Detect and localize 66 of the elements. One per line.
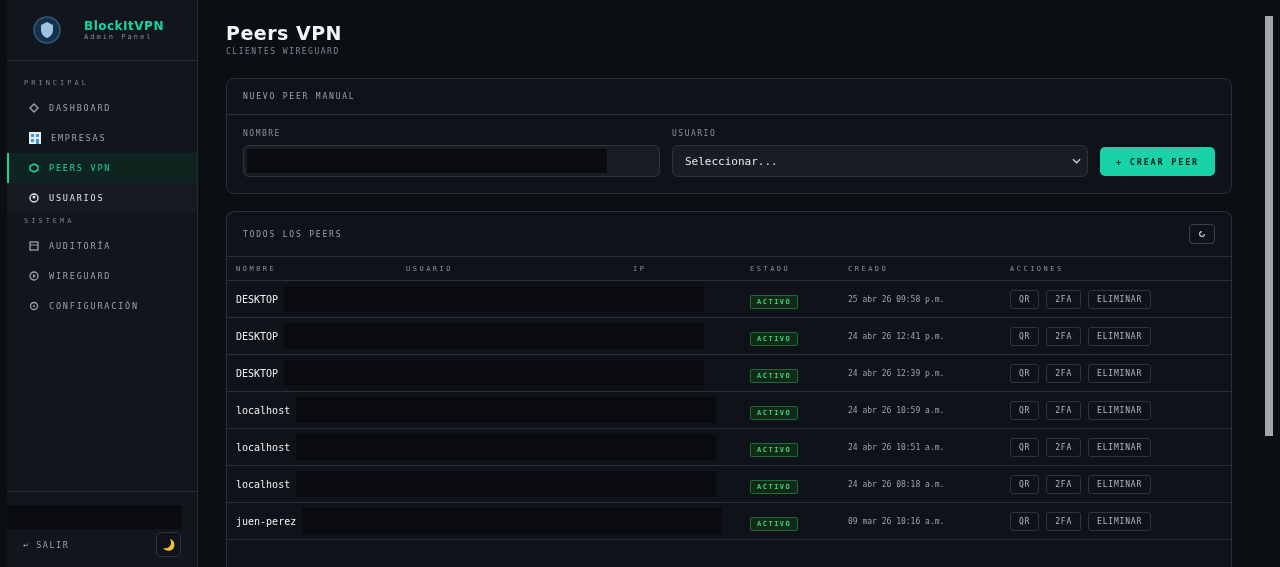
peer-name: juen-perez — [236, 515, 297, 527]
row-action-button[interactable]: ELIMINAR — [1088, 289, 1152, 309]
row-action-button[interactable]: 2FA — [1046, 289, 1082, 309]
nav-item[interactable]: EMPRESAS — [7, 123, 197, 153]
row-action-button[interactable]: 2FA — [1046, 511, 1082, 531]
row-action-button[interactable]: 2FA — [1046, 363, 1082, 383]
chevron-down-icon — [1072, 158, 1081, 164]
nav-item[interactable]: WIREGUARD — [7, 261, 197, 291]
created-date: 24 abr 26 08:18 a.m. — [848, 479, 946, 489]
nav-item[interactable]: CONFIGURACIÓN — [7, 291, 197, 321]
row-action-button[interactable]: QR — [1010, 363, 1040, 383]
refresh-icon — [1198, 230, 1206, 238]
name-input[interactable] — [243, 145, 660, 177]
record-icon — [29, 271, 39, 281]
brand-name: BlockItVPN — [84, 19, 164, 33]
row-action-button[interactable]: QR — [1010, 400, 1040, 420]
logout-link[interactable]: ↩ SALIR — [23, 539, 70, 550]
row-action-button[interactable]: 2FA — [1046, 474, 1082, 494]
page-subtitle: CLIENTES WIREGUARD — [226, 47, 341, 56]
card-title: TODOS LOS PEERS — [243, 229, 343, 239]
row-action-button[interactable]: ELIMINAR — [1088, 363, 1152, 383]
peer-name: localhost — [236, 441, 291, 453]
moon-icon — [161, 537, 176, 552]
field-label: NOMBRE — [243, 129, 282, 138]
row-action-button[interactable]: ELIMINAR — [1088, 511, 1152, 531]
peer-name: localhost — [236, 404, 291, 416]
row-action-button[interactable]: 2FA — [1046, 400, 1082, 420]
row-action-button[interactable]: QR — [1010, 437, 1040, 457]
page-title: Peers VPN — [226, 22, 344, 44]
row-action-button[interactable]: 2FA — [1046, 437, 1082, 457]
peer-name: localhost — [236, 478, 291, 490]
created-date: 24 abr 26 12:41 p.m. — [848, 331, 946, 341]
settings-icon — [29, 301, 39, 311]
peer-name: DESKTOP — [236, 330, 279, 342]
card-title: NUEVO PEER MANUAL — [243, 92, 356, 101]
building-icon — [29, 132, 41, 144]
refresh-button[interactable] — [1189, 224, 1215, 244]
peer-name: DESKTOP — [236, 367, 279, 379]
diamond-icon — [29, 103, 39, 113]
row-action-button[interactable]: QR — [1010, 289, 1040, 309]
row-action-button[interactable]: 2FA — [1046, 326, 1082, 346]
created-date: 24 abr 26 12:39 p.m. — [848, 368, 946, 378]
create-peer-button[interactable]: + CREAR PEER — [1100, 147, 1215, 176]
row-action-button[interactable]: QR — [1010, 326, 1040, 346]
row-action-button[interactable]: QR — [1010, 474, 1040, 494]
created-date: 25 abr 26 09:58 p.m. — [848, 294, 946, 304]
created-date: 24 abr 26 10:51 a.m. — [848, 442, 946, 452]
nav-item[interactable]: USUARIOS — [7, 183, 197, 213]
field-label: USUARIO — [672, 129, 718, 138]
row-action-button[interactable]: ELIMINAR — [1088, 326, 1152, 346]
hexagon-icon — [29, 163, 39, 173]
row-action-button[interactable]: ELIMINAR — [1088, 474, 1152, 494]
peer-name: DESKTOP — [236, 293, 279, 305]
created-date: 09 mar 26 10:16 a.m. — [848, 516, 946, 526]
nav-item[interactable]: AUDITORÍA — [7, 231, 197, 261]
user-select[interactable]: Seleccionar... — [672, 145, 1088, 177]
card-icon — [29, 241, 39, 251]
row-action-button[interactable]: ELIMINAR — [1088, 437, 1152, 457]
theme-toggle-button[interactable] — [156, 532, 181, 557]
logo-icon — [32, 15, 62, 45]
nav-item[interactable]: PEERS VPN — [7, 153, 197, 183]
row-action-button[interactable]: QR — [1010, 511, 1040, 531]
row-action-button[interactable]: ELIMINAR — [1088, 400, 1152, 420]
nav-item[interactable]: DASHBOARD — [7, 93, 197, 123]
created-date: 24 abr 26 10:59 a.m. — [848, 405, 946, 415]
users-icon — [29, 193, 39, 203]
